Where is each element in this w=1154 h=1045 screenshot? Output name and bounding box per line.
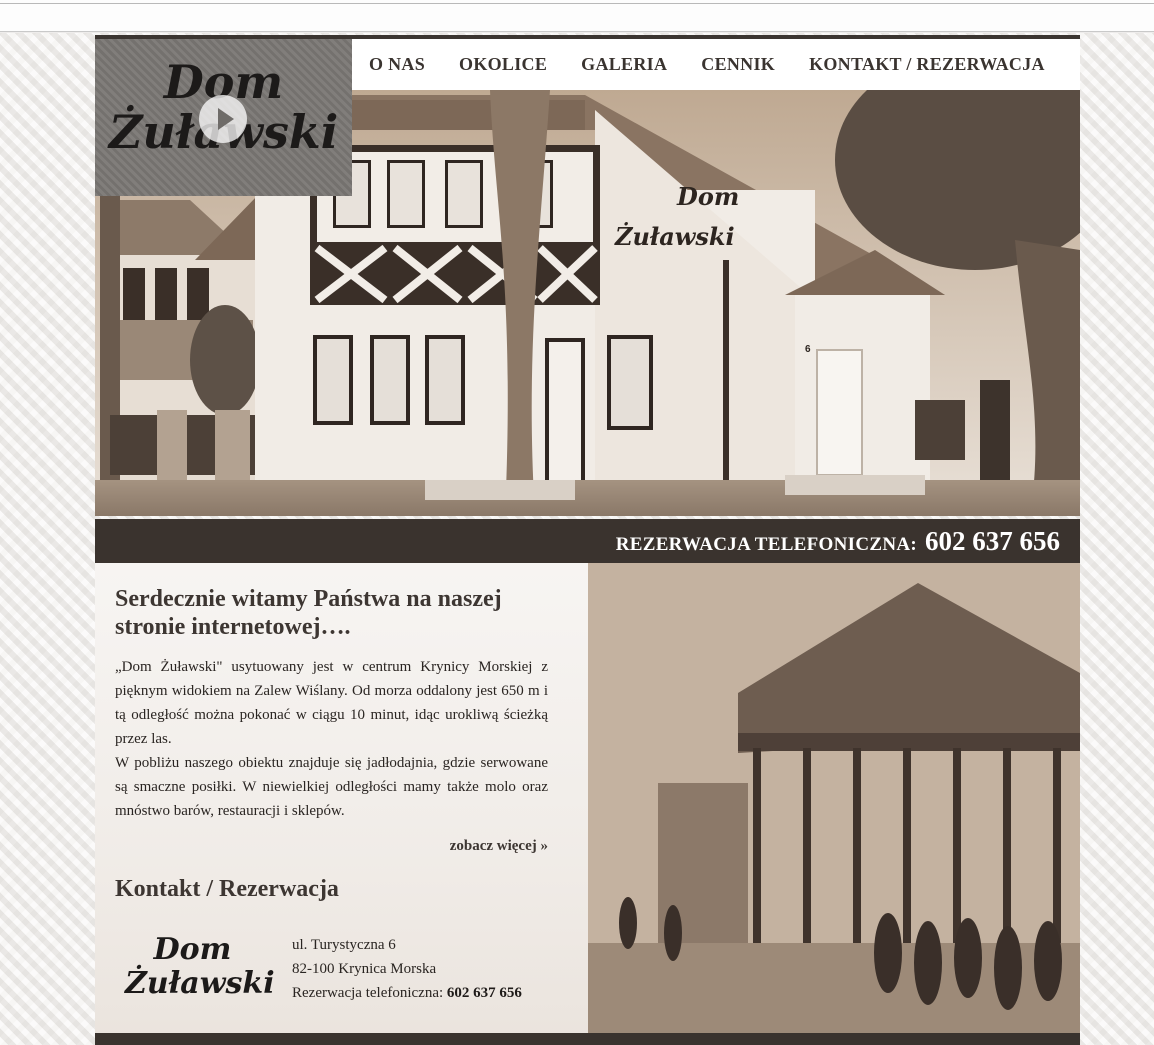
welcome-panel: Serdecznie witamy Państwa na naszej stro… bbox=[95, 563, 588, 1033]
footer-bar bbox=[95, 1033, 1080, 1045]
nav-item-okolice[interactable]: OKOLICE bbox=[459, 54, 547, 75]
pier-illustration bbox=[588, 563, 1080, 1033]
welcome-paragraph-2: W pobliżu naszego obiektu znajduje się j… bbox=[115, 755, 548, 819]
pier-photo bbox=[588, 563, 1080, 1033]
site-container: Dom Żuławski 6 Dom O NAS OKOLICE GALERIA… bbox=[95, 35, 1080, 1045]
phone-bar-number: 602 637 656 bbox=[925, 526, 1060, 556]
house-sign-line1: Dom bbox=[676, 182, 739, 211]
site-logo[interactable]: Dom Żuławski bbox=[95, 39, 352, 196]
main-content: Serdecznie witamy Państwa na naszej stro… bbox=[95, 563, 1080, 1033]
phone-reservation-bar: REZERWACJA TELEFONICZNA: 602 637 656 bbox=[95, 519, 1080, 563]
contact-logo: Dom Żuławski bbox=[125, 932, 275, 1001]
house-number: 6 bbox=[805, 344, 811, 355]
address-phone-number: 602 637 656 bbox=[446, 985, 522, 1001]
address-phone-label: Rezerwacja telefoniczna: bbox=[292, 985, 444, 1001]
main-navigation: O NAS OKOLICE GALERIA CENNIK KONTAKT / R… bbox=[352, 39, 1080, 90]
nav-item-cennik[interactable]: CENNIK bbox=[701, 54, 775, 75]
address-street: ul. Turystyczna 6 bbox=[292, 937, 396, 953]
nav-item-kontakt-rezerwacja[interactable]: KONTAKT / REZERWACJA bbox=[809, 54, 1045, 75]
welcome-title: Serdecznie witamy Państwa na naszej stro… bbox=[115, 586, 502, 640]
address-phone: Rezerwacja telefoniczna: 602 637 656 bbox=[292, 981, 522, 1005]
contact-title: Kontakt / Rezerwacja bbox=[115, 876, 339, 902]
browser-toolbar bbox=[0, 0, 1154, 32]
contact-address: ul. Turystyczna 6 82-100 Krynica Morska … bbox=[292, 933, 522, 1005]
address-city: 82-100 Krynica Morska bbox=[292, 961, 437, 977]
phone-bar-label: REZERWACJA TELEFONICZNA: bbox=[615, 534, 917, 555]
see-more-link[interactable]: zobacz więcej » bbox=[115, 838, 548, 855]
contact-logo-line2: Żuławski bbox=[125, 966, 275, 1001]
contact-logo-line1: Dom bbox=[153, 932, 232, 967]
welcome-paragraph-1: „Dom Żuławski" usytuowany jest w centrum… bbox=[115, 659, 548, 747]
play-icon[interactable] bbox=[199, 95, 247, 143]
nav-item-galeria[interactable]: GALERIA bbox=[581, 54, 667, 75]
nav-item-o-nas[interactable]: O NAS bbox=[369, 54, 425, 75]
house-sign-line2: Żuławski bbox=[614, 222, 735, 251]
welcome-text: „Dom Żuławski" usytuowany jest w centrum… bbox=[115, 655, 548, 823]
